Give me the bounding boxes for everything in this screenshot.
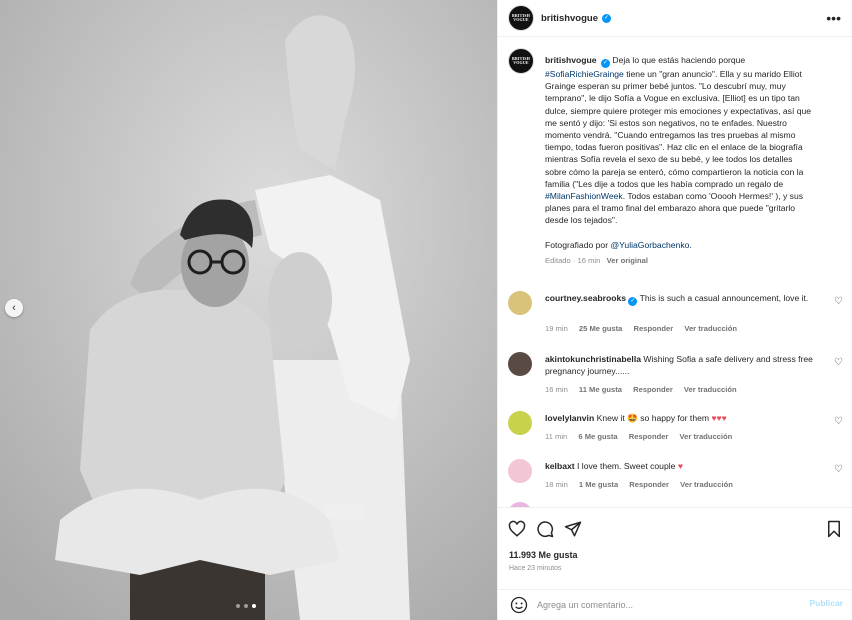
comment-like-heart-icon[interactable]: ♡ xyxy=(834,416,843,427)
comment-text: Knew it 🤩 so happy for them xyxy=(596,413,710,423)
comment-input[interactable] xyxy=(537,597,797,613)
photo-credit-suffix: . xyxy=(689,239,692,250)
author-avatar[interactable]: BRITISH VOGUE xyxy=(508,5,534,31)
carousel-dot xyxy=(244,604,248,608)
commenter-username[interactable]: akintokunchristinabella xyxy=(545,354,641,364)
likes-count[interactable]: 11.993 Me gusta xyxy=(509,550,578,560)
commenter-username[interactable]: courtney.seabrooks xyxy=(545,293,626,303)
comment-meta: 16 min 11 Me gusta Responder Ver traducc… xyxy=(545,385,746,394)
comment-icon[interactable] xyxy=(536,520,554,538)
photo-credit-prefix: Fotografiado por xyxy=(545,239,609,250)
reply-button[interactable]: Responder xyxy=(634,324,674,333)
carousel-indicator xyxy=(236,604,256,608)
comment-body: lovelylanvin Knew it 🤩 so happy for them… xyxy=(545,412,813,424)
comment-body: akintokunchristinabella Wishing Sofia a … xyxy=(545,353,813,377)
commenter-avatar[interactable] xyxy=(508,352,532,376)
commenter-username[interactable]: lovelylanvin xyxy=(545,413,594,423)
carousel-dot-active xyxy=(252,604,256,608)
comment-likes-count[interactable]: 25 Me gusta xyxy=(579,324,622,333)
comment-time: 19 min xyxy=(545,324,568,333)
heart-emoji-icon: ♥ xyxy=(677,461,683,471)
comment-meta: 18 min 1 Me gusta Responder Ver traducci… xyxy=(545,480,742,489)
post-header: BRITISH VOGUE britishvogue ✓ ••• xyxy=(498,0,852,37)
commenter-username[interactable]: kelbaxt xyxy=(545,461,575,471)
commenter-avatar[interactable] xyxy=(508,291,532,315)
caption-meta: Editado · 16 min Ver original xyxy=(545,255,813,267)
comment-time: 11 min xyxy=(545,432,568,441)
verified-badge-icon: ✓ xyxy=(628,297,638,306)
commenter-avatar[interactable] xyxy=(508,411,532,435)
reply-button[interactable]: Responder xyxy=(629,480,669,489)
verified-badge-icon: ✓ xyxy=(602,14,611,23)
hashtag-link[interactable]: #MilanFashionWeek xyxy=(545,191,623,201)
verified-badge-icon: ✓ xyxy=(600,59,610,68)
comment-likes-count[interactable]: 6 Me gusta xyxy=(578,432,617,441)
carousel-prev-button[interactable]: ‹ xyxy=(5,299,23,317)
comment-text: I love them. Sweet couple xyxy=(577,461,676,471)
commenter-avatar[interactable] xyxy=(508,459,532,483)
avatar-logo-text: BRITISH VOGUE xyxy=(511,56,531,65)
send-icon[interactable] xyxy=(564,520,582,538)
post-photo[interactable]: ‹ xyxy=(0,0,497,620)
chevron-left-icon: ‹ xyxy=(12,302,16,314)
comment-time: 18 min xyxy=(545,480,568,489)
caption-username[interactable]: britishvogue xyxy=(545,55,597,65)
publish-button[interactable]: Publicar xyxy=(809,598,843,608)
avatar-logo-text: BRITISH VOGUE xyxy=(511,13,531,22)
comment-like-heart-icon[interactable]: ♡ xyxy=(834,357,843,368)
heart-icon[interactable] xyxy=(508,520,526,538)
see-original-button[interactable]: Ver original xyxy=(607,256,648,265)
comment-text: This is such a casual announcement, love… xyxy=(639,293,809,303)
comment-likes-count[interactable]: 11 Me gusta xyxy=(579,385,622,394)
comments-scroll-area[interactable]: BRITISH VOGUE britishvogue ✓ Deja lo que… xyxy=(498,38,852,507)
comment-body: courtney.seabrooks ✓ This is such a casu… xyxy=(545,292,813,306)
comment-meta: 19 min 25 Me gusta Responder Ver traducc… xyxy=(545,324,746,333)
photo-illustration xyxy=(0,0,497,620)
post-actions: 11.993 Me gusta Hace 23 minutos xyxy=(498,507,852,589)
post-caption: britishvogue ✓ Deja lo que estás haciend… xyxy=(545,54,813,267)
bookmark-icon[interactable] xyxy=(825,520,843,538)
carousel-dot xyxy=(236,604,240,608)
caption-author-avatar[interactable]: BRITISH VOGUE xyxy=(508,48,534,74)
comment-time: 16 min xyxy=(545,385,568,394)
comment-meta: 11 min 6 Me gusta Responder Ver traducci… xyxy=(545,432,741,441)
author-username[interactable]: britishvogue xyxy=(541,13,598,24)
caption-text-part2: tiene un "gran anuncio". Ella y su marid… xyxy=(545,69,812,189)
comment-body: kelbaxt I love them. Sweet couple ♥ xyxy=(545,460,813,472)
see-translation-button[interactable]: Ver traducción xyxy=(680,480,733,489)
instagram-post-modal: ‹ BRITISH VOGUE britishvogue ✓ ••• BRITI… xyxy=(0,0,852,620)
see-translation-button[interactable]: Ver traducción xyxy=(684,385,737,394)
emoji-icon[interactable] xyxy=(510,596,528,614)
see-translation-button[interactable]: Ver traducción xyxy=(684,324,737,333)
comment-like-heart-icon[interactable]: ♡ xyxy=(834,296,843,307)
reply-button[interactable]: Responder xyxy=(633,385,673,394)
see-translation-button[interactable]: Ver traducción xyxy=(680,432,733,441)
reply-button[interactable]: Responder xyxy=(629,432,669,441)
heart-emoji-icon: ♥♥♥ xyxy=(711,413,727,423)
more-horizontal-icon[interactable]: ••• xyxy=(826,10,841,26)
post-side-panel: BRITISH VOGUE britishvogue ✓ ••• BRITISH… xyxy=(497,0,852,620)
comment-composer: Publicar xyxy=(498,589,852,620)
post-timestamp: Hace 23 minutos xyxy=(509,565,562,572)
photographer-mention-link[interactable]: @YuliaGorbachenko xyxy=(610,240,689,250)
caption-edited-time: Editado · 16 min xyxy=(545,255,601,265)
comment-likes-count[interactable]: 1 Me gusta xyxy=(579,480,618,489)
hashtag-link[interactable]: #SofiaRichieGrainge xyxy=(545,69,624,79)
photo-credit: Fotografiado por @YuliaGorbachenko. xyxy=(545,239,813,251)
caption-text-part1: Deja lo que estás haciendo porque xyxy=(612,55,746,65)
comment-like-heart-icon[interactable]: ♡ xyxy=(834,464,843,475)
